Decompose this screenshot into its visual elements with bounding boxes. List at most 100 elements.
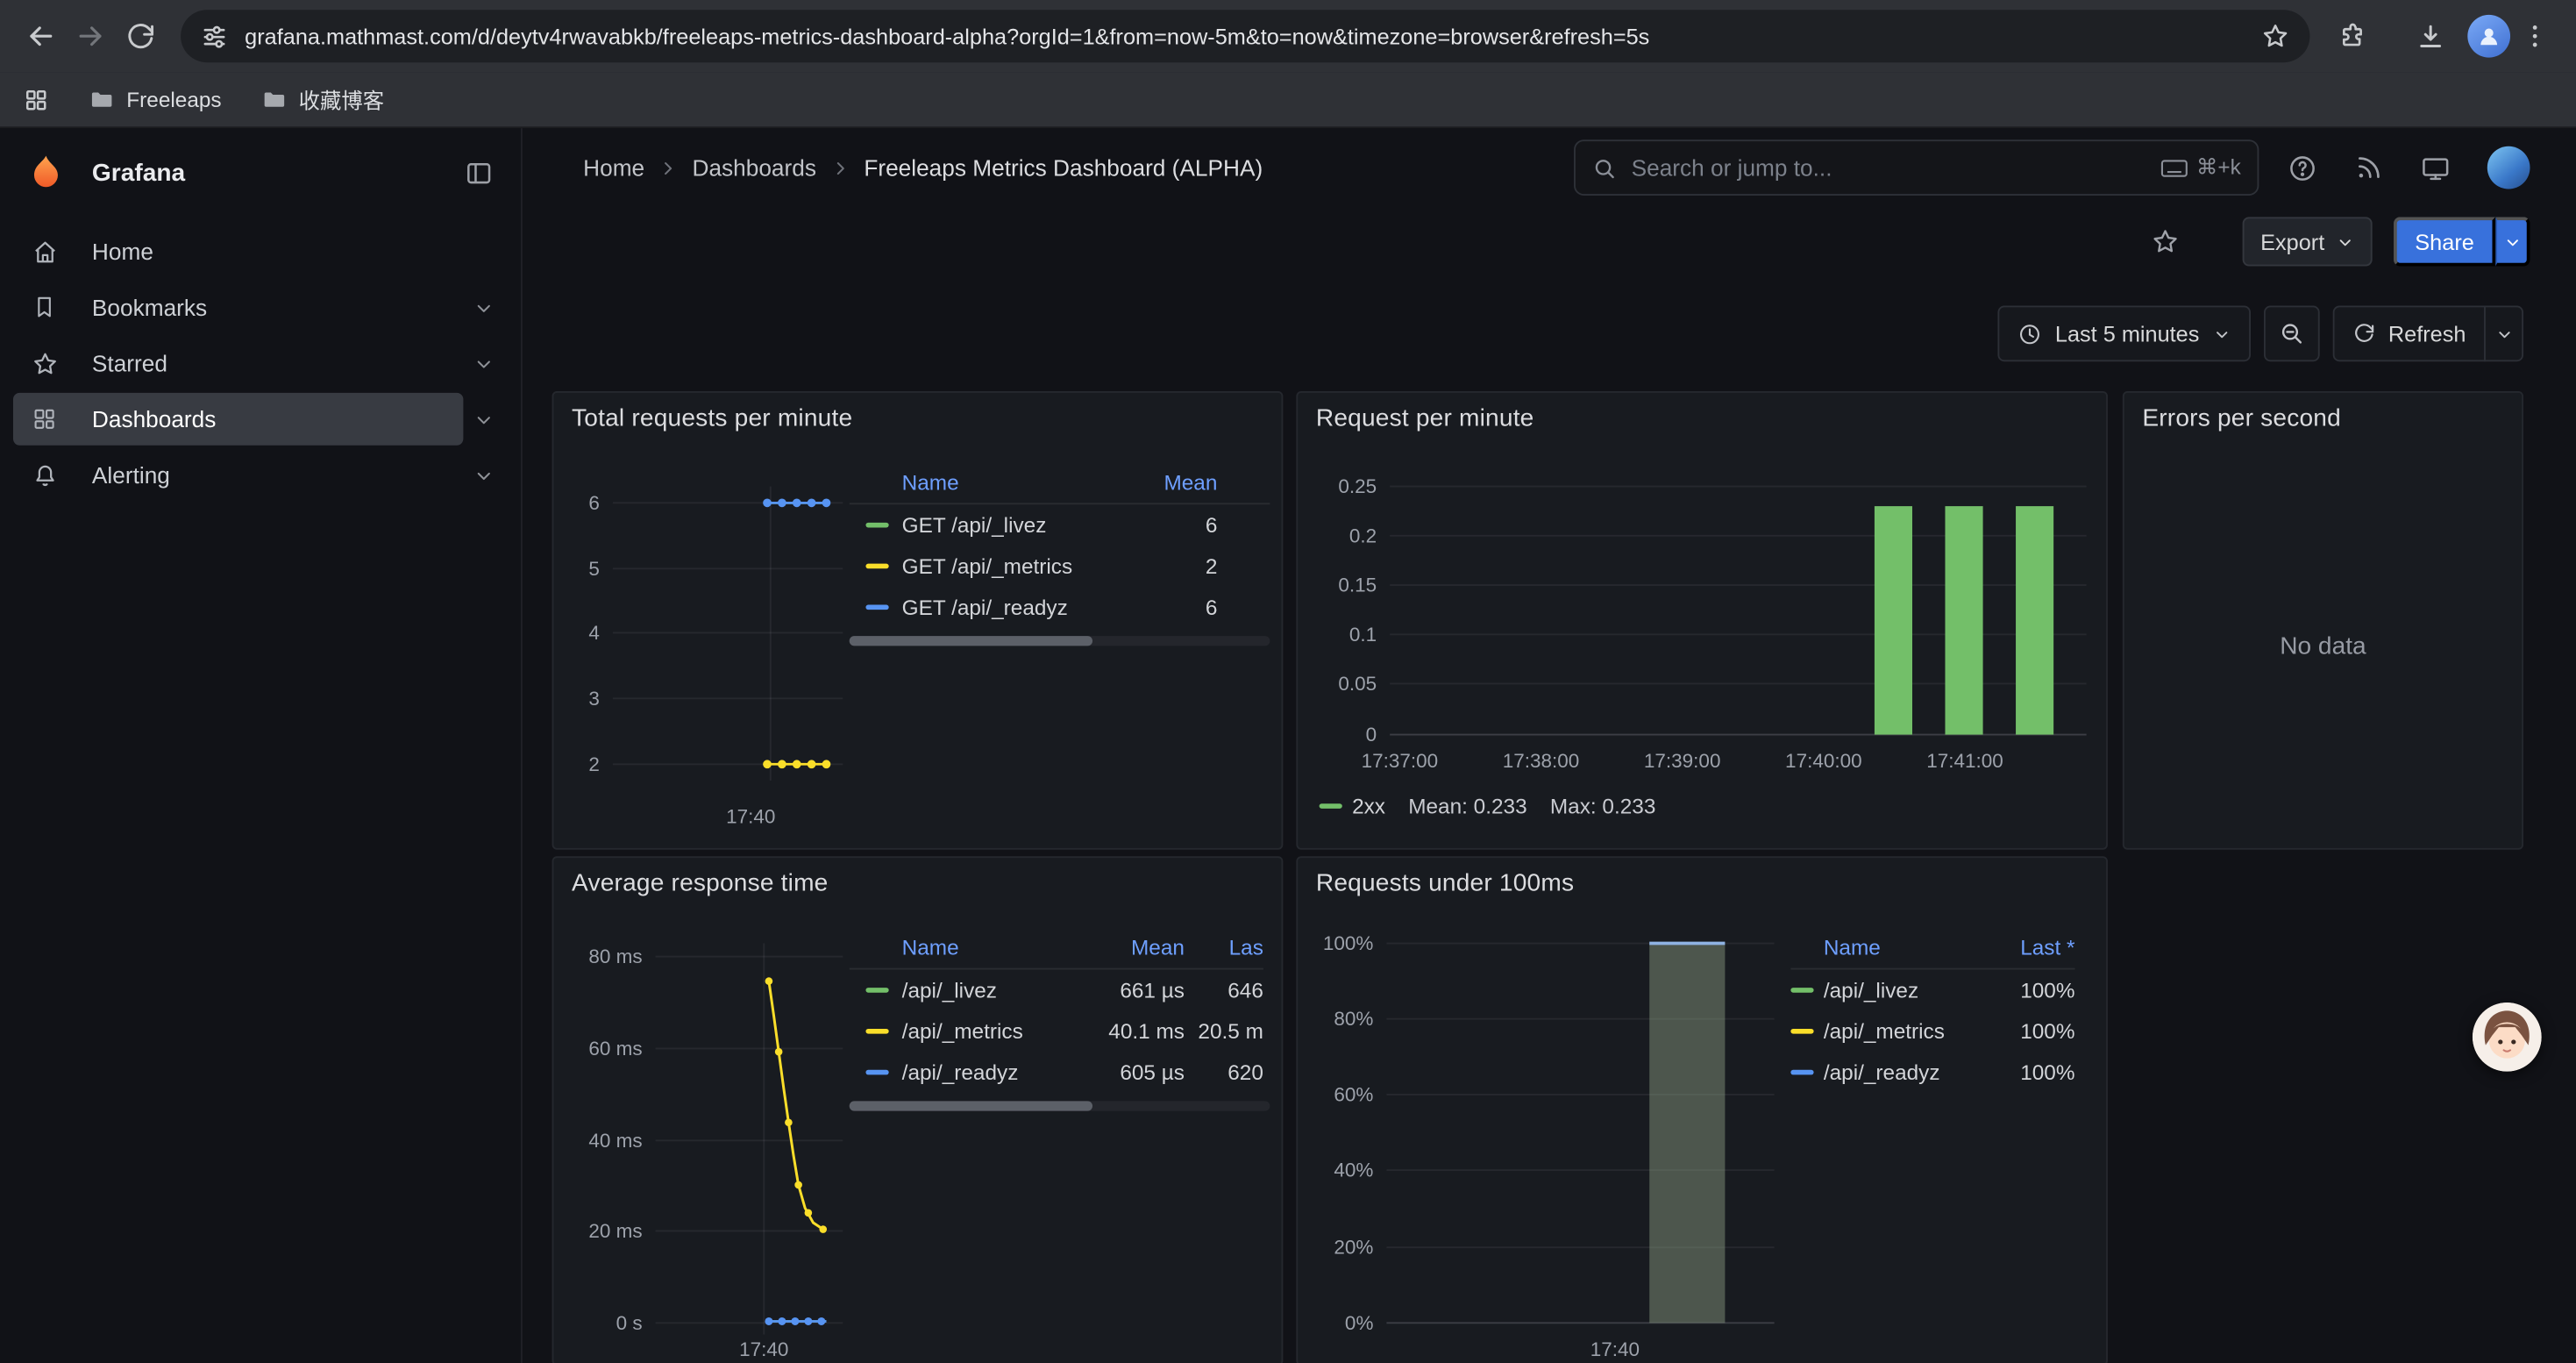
chevron-down-icon[interactable] (473, 409, 495, 430)
sidebar-item-label: Alerting (92, 462, 170, 489)
legend-header-last[interactable]: Las (1185, 935, 1263, 960)
y-tick: 3 (553, 685, 599, 711)
time-range-picker[interactable]: Last 5 minutes (1997, 306, 2250, 362)
news-rss-icon[interactable] (2354, 153, 2384, 182)
search-input[interactable] (1632, 154, 2160, 181)
legend-row[interactable]: GET /api/_readyz 6 (850, 587, 1270, 628)
downloads-button[interactable] (2405, 11, 2454, 61)
browser-profile-avatar[interactable] (2467, 15, 2510, 58)
legend-row[interactable]: /api/_livez 100% (1790, 969, 2074, 1010)
series-name[interactable]: /api/_readyz (902, 1060, 1090, 1085)
series-name[interactable]: /api/_livez (1824, 978, 1970, 1003)
series-name[interactable]: /api/_readyz (1824, 1060, 1970, 1085)
legend-header-mean[interactable]: Mean (1089, 935, 1185, 960)
panel-title[interactable]: Requests under 100ms (1316, 869, 1574, 897)
sidebar-item-bookmarks[interactable]: Bookmarks (0, 280, 521, 336)
series-last: 20.5 m (1185, 1019, 1263, 1044)
sidebar-item-alerting[interactable]: Alerting (0, 447, 521, 503)
dashboard-actions: Export Share (523, 207, 2576, 276)
sidebar-item-home[interactable]: Home (0, 224, 521, 280)
series-swatch-yellow (1790, 1029, 1813, 1034)
monitor-icon[interactable] (2420, 152, 2451, 183)
panel-title[interactable]: Request per minute (1316, 404, 1534, 432)
refresh-label: Refresh (2388, 321, 2466, 346)
zoom-out-button[interactable] (2263, 306, 2319, 362)
chevron-down-icon[interactable] (473, 353, 495, 374)
refresh-interval-button[interactable] (2484, 306, 2523, 362)
series-name[interactable]: /api/_metrics (902, 1019, 1090, 1044)
sidebar-collapse-button[interactable] (463, 157, 495, 189)
apps-grid-icon[interactable] (23, 86, 49, 112)
panel-requests-under-100ms[interactable]: Requests under 100ms 100% 80% 60% 40% 20… (1296, 856, 2108, 1363)
panel-title[interactable]: Average response time (572, 869, 828, 897)
export-button[interactable]: Export (2243, 217, 2373, 266)
back-button[interactable] (17, 11, 66, 61)
legend-row[interactable]: /api/_readyz 100% (1790, 1052, 2074, 1093)
legend-header-name[interactable]: Name (902, 935, 1090, 960)
series-swatch-green (865, 523, 888, 528)
panel-request-per-minute[interactable]: Request per minute 0.25 0.2 (1296, 391, 2108, 850)
sidebar-item-dashboards[interactable]: Dashboards (0, 391, 521, 447)
legend-header-last[interactable]: Last * (1970, 935, 2075, 960)
sidebar-item-starred[interactable]: Starred (0, 335, 521, 391)
legend-header-mean[interactable]: Mean (1119, 470, 1217, 495)
bookmark-star-icon[interactable] (2260, 21, 2290, 51)
bookmark-folder[interactable]: Freeleaps (89, 86, 221, 112)
share-menu-button[interactable] (2495, 217, 2530, 266)
legend-header-name[interactable]: Name (1824, 935, 1970, 960)
panel-total-requests[interactable]: Total requests per minute 6 5 (552, 391, 1284, 850)
x-tick: 17:39:00 (1633, 748, 1731, 774)
folder-icon (89, 86, 115, 112)
scrollbar-thumb[interactable] (850, 1101, 1092, 1110)
user-avatar[interactable] (2487, 146, 2530, 189)
legend-scrollbar[interactable] (850, 1101, 1270, 1110)
y-tick: 0 (1305, 722, 1377, 748)
panel-title[interactable]: Total requests per minute (572, 404, 852, 432)
y-tick: 0.1 (1305, 621, 1377, 647)
site-settings-icon[interactable] (201, 22, 229, 50)
series-name[interactable]: /api/_metrics (1824, 1019, 1970, 1044)
refresh-button[interactable]: Refresh (2332, 306, 2486, 362)
legend-header-name[interactable]: Name (902, 470, 1119, 495)
favorite-star-icon[interactable] (2151, 227, 2181, 257)
legend-scrollbar[interactable] (850, 636, 1270, 646)
legend-row[interactable]: /api/_livez 661 µs 646 (850, 969, 1263, 1010)
series-name[interactable]: GET /api/_readyz (902, 595, 1119, 619)
breadcrumb-home[interactable]: Home (583, 154, 644, 181)
legend-row[interactable]: GET /api/_livez 6 (850, 504, 1270, 546)
legend-row[interactable]: /api/_metrics 40.1 ms 20.5 m (850, 1010, 1263, 1052)
url-bar[interactable]: grafana.mathmast.com/d/deytv4rwavabkb/fr… (181, 10, 2309, 62)
url-text[interactable]: grafana.mathmast.com/d/deytv4rwavabkb/fr… (245, 24, 2260, 48)
help-icon[interactable] (2287, 152, 2318, 183)
assistant-avatar[interactable] (2473, 1003, 2542, 1072)
browser-menu-button[interactable] (2510, 11, 2559, 61)
reload-button[interactable] (115, 11, 164, 61)
forward-button[interactable] (66, 11, 115, 61)
series-name[interactable]: 2xx (1352, 793, 1385, 817)
sidebar-nav: Home Bookmarks Starred (0, 224, 521, 503)
legend-row[interactable]: /api/_readyz 605 µs 620 (850, 1052, 1263, 1093)
y-tick: 80% (1301, 1006, 1373, 1032)
chevron-right-icon (831, 159, 850, 177)
panel-avg-response-time[interactable]: Average response time 80 ms 60 ms (552, 856, 1284, 1363)
dashboards-grid-icon (30, 406, 60, 432)
grafana-logo[interactable] (26, 153, 66, 192)
share-button[interactable]: Share (2394, 217, 2495, 266)
search-bar[interactable]: ⌘+k (1574, 139, 2259, 196)
series-name[interactable]: /api/_livez (902, 978, 1090, 1003)
breadcrumb-dashboards[interactable]: Dashboards (693, 154, 816, 181)
legend-row[interactable]: GET /api/_metrics 2 (850, 546, 1270, 587)
series-name[interactable]: GET /api/_livez (902, 513, 1119, 538)
bookmark-folder[interactable]: 收藏博客 (261, 84, 385, 116)
series-mean: Mean: 0.233 (1408, 793, 1526, 817)
chevron-down-icon (2494, 325, 2513, 343)
extensions-button[interactable] (2326, 11, 2375, 61)
panel-title[interactable]: Errors per second (2142, 404, 2341, 432)
bookmark-icon (30, 294, 60, 320)
chevron-down-icon[interactable] (473, 296, 495, 318)
legend-row[interactable]: /api/_metrics 100% (1790, 1010, 2074, 1052)
panel-errors-per-second[interactable]: Errors per second No data (2123, 391, 2523, 850)
series-name[interactable]: GET /api/_metrics (902, 553, 1119, 578)
chevron-down-icon[interactable] (473, 464, 495, 485)
scrollbar-thumb[interactable] (850, 636, 1092, 646)
